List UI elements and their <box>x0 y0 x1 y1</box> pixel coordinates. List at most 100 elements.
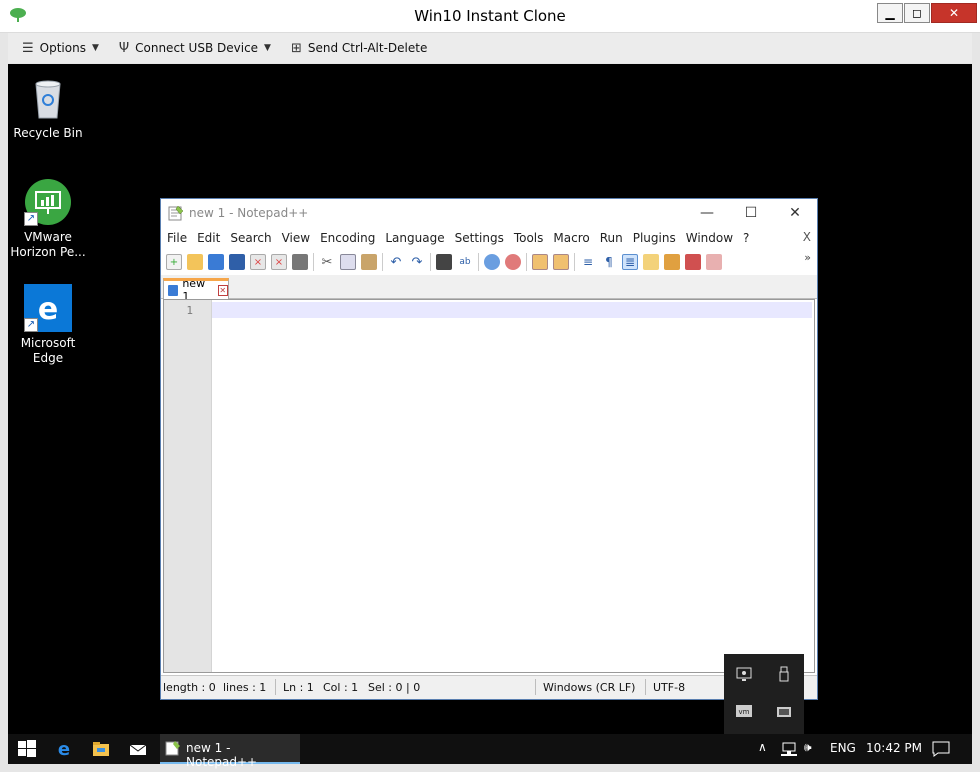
document-map-icon[interactable] <box>664 254 680 270</box>
status-divider <box>535 679 536 695</box>
menu-settings[interactable]: Settings <box>455 231 504 245</box>
menu-window[interactable]: Window <box>686 231 733 245</box>
horizon-title-bar: Win10 Instant Clone ▁ ◻ ✕ <box>0 0 980 33</box>
menu-file[interactable]: File <box>167 231 187 245</box>
find-icon[interactable] <box>436 254 452 270</box>
saved-state-icon <box>168 284 179 296</box>
close-file-icon[interactable]: × <box>250 254 266 270</box>
menu-run[interactable]: Run <box>600 231 623 245</box>
save-icon[interactable] <box>208 254 224 270</box>
recycle-bin-label: Recycle Bin <box>13 126 83 140</box>
network-icon: ⊞ <box>290 40 302 56</box>
indent-guide-icon[interactable]: ≣ <box>622 254 638 270</box>
word-wrap-icon[interactable]: ≡ <box>580 254 596 270</box>
cut-icon[interactable]: ✂ <box>319 254 335 270</box>
redo-icon[interactable]: ↷ <box>409 254 425 270</box>
remote-display-icon[interactable] <box>734 666 754 686</box>
replace-icon[interactable]: ab <box>457 254 473 270</box>
mail-icon[interactable] <box>128 739 148 759</box>
menu-macro[interactable]: Macro <box>553 231 589 245</box>
shortcut-arrow-icon: ↗ <box>24 318 38 332</box>
desktop-icon-recycle-bin[interactable]: Recycle Bin <box>8 74 88 141</box>
close-button[interactable]: ✕ <box>931 3 977 23</box>
menu-plugins[interactable]: Plugins <box>633 231 676 245</box>
horizon-toolbar: ☰ Options ▼ Ψ Connect USB Device ▼ ⊞ Sen… <box>8 33 972 63</box>
open-file-icon[interactable] <box>187 254 203 270</box>
editor-area[interactable]: 1 <box>163 299 815 673</box>
sync-vertical-scroll-icon[interactable] <box>532 254 548 270</box>
edge-taskbar-icon[interactable]: e <box>54 739 74 759</box>
menu-encoding[interactable]: Encoding <box>320 231 375 245</box>
windows-taskbar: e new 1 - Notepad++ ∧ 🕪 ENG 10:42 PM <box>8 734 972 769</box>
remote-desktop: Recycle Bin ↗ VMware Horizon Pe... e ↗ M… <box>8 64 972 769</box>
function-list-icon[interactable] <box>685 254 701 270</box>
input-language-indicator[interactable]: ENG <box>830 741 856 755</box>
file-explorer-icon[interactable] <box>91 739 111 759</box>
notepad-menu-bar: File Edit Search View Encoding Language … <box>161 227 817 249</box>
close-all-icon[interactable]: × <box>271 254 287 270</box>
copy-icon[interactable] <box>340 254 356 270</box>
desktop-icon-microsoft-edge[interactable]: e ↗ Microsoft Edge <box>8 284 88 366</box>
notepad-close-button[interactable]: ✕ <box>773 203 817 223</box>
tab-new-1[interactable]: new 1 ✕ <box>163 277 229 303</box>
zoom-in-icon[interactable] <box>484 254 500 270</box>
status-eol: Windows (CR LF) <box>543 681 636 694</box>
minimize-button[interactable]: ▁ <box>877 3 903 23</box>
toolbar-separator <box>574 253 575 271</box>
folder-as-workspace-icon[interactable] <box>706 254 722 270</box>
notepad-minimize-button[interactable]: — <box>685 203 729 223</box>
toolbar-separator <box>478 253 479 271</box>
horizon-agent-icon[interactable] <box>774 704 794 724</box>
tab-close-icon[interactable]: ✕ <box>217 284 228 296</box>
network-status-icon[interactable] <box>780 741 798 757</box>
vmware-tools-icon[interactable]: vm <box>734 704 754 724</box>
desktop-icon-vmware-horizon[interactable]: ↗ VMware Horizon Pe... <box>8 178 88 260</box>
close-document-menu-button[interactable]: X <box>803 230 811 244</box>
recycle-bin-icon <box>35 80 61 119</box>
send-ctrl-alt-delete-button[interactable]: ⊞ Send Ctrl-Alt-Delete <box>291 41 427 56</box>
usb-icon: Ψ <box>118 40 130 56</box>
show-all-characters-icon[interactable]: ¶ <box>601 254 617 270</box>
svg-text:e: e <box>58 739 70 759</box>
user-defined-language-icon[interactable] <box>643 254 659 270</box>
maximize-button[interactable]: ◻ <box>904 3 930 23</box>
print-icon[interactable] <box>292 254 308 270</box>
notepad-window-title: new 1 - Notepad++ <box>189 206 309 220</box>
new-file-icon[interactable]: + <box>166 254 182 270</box>
volume-icon[interactable]: 🕪 <box>804 740 812 755</box>
taskbar-notepad-button[interactable]: new 1 - Notepad++ <box>160 734 300 769</box>
connect-usb-menu[interactable]: Ψ Connect USB Device ▼ <box>119 41 271 56</box>
status-encoding: UTF-8 <box>653 681 686 694</box>
paste-icon[interactable] <box>361 254 377 270</box>
menu-tools[interactable]: Tools <box>514 231 544 245</box>
undo-icon[interactable]: ↶ <box>388 254 404 270</box>
clock[interactable]: 10:42 PM <box>866 741 922 755</box>
status-divider <box>275 679 276 695</box>
options-menu[interactable]: ☰ Options ▼ <box>22 41 99 56</box>
menu-view[interactable]: View <box>282 231 310 245</box>
menu-language[interactable]: Language <box>385 231 444 245</box>
save-all-icon[interactable] <box>229 254 245 270</box>
microsoft-edge-label: Microsoft Edge <box>20 336 76 365</box>
menu-search[interactable]: Search <box>230 231 271 245</box>
notepad-toolbar: + × × ✂ ↶ ↷ ab ≡ ¶ ≣ » <box>161 249 817 275</box>
chevron-down-icon: ▼ <box>91 43 99 53</box>
menu-edit[interactable]: Edit <box>197 231 220 245</box>
toolbar-separator <box>313 253 314 271</box>
notepad-maximize-button[interactable]: ☐ <box>729 203 773 223</box>
svg-text:vm: vm <box>739 708 750 716</box>
windows-start-icon[interactable] <box>17 739 37 759</box>
action-center-icon[interactable] <box>932 741 950 757</box>
toolbar-separator <box>430 253 431 271</box>
sync-horizontal-scroll-icon[interactable] <box>553 254 569 270</box>
hamburger-icon: ☰ <box>22 40 34 56</box>
zoom-out-icon[interactable] <box>505 254 521 270</box>
menu-help[interactable]: ? <box>743 231 749 245</box>
toolbar-overflow-button[interactable]: » <box>804 251 811 264</box>
show-hidden-icons-icon[interactable]: ∧ <box>758 740 767 754</box>
shortcut-arrow-icon: ↗ <box>24 212 38 226</box>
tray-overflow-panel: vm <box>724 654 804 734</box>
current-line-highlight <box>212 302 812 318</box>
status-col: Col : 1 <box>323 681 359 694</box>
usb-drive-icon[interactable] <box>774 666 794 686</box>
